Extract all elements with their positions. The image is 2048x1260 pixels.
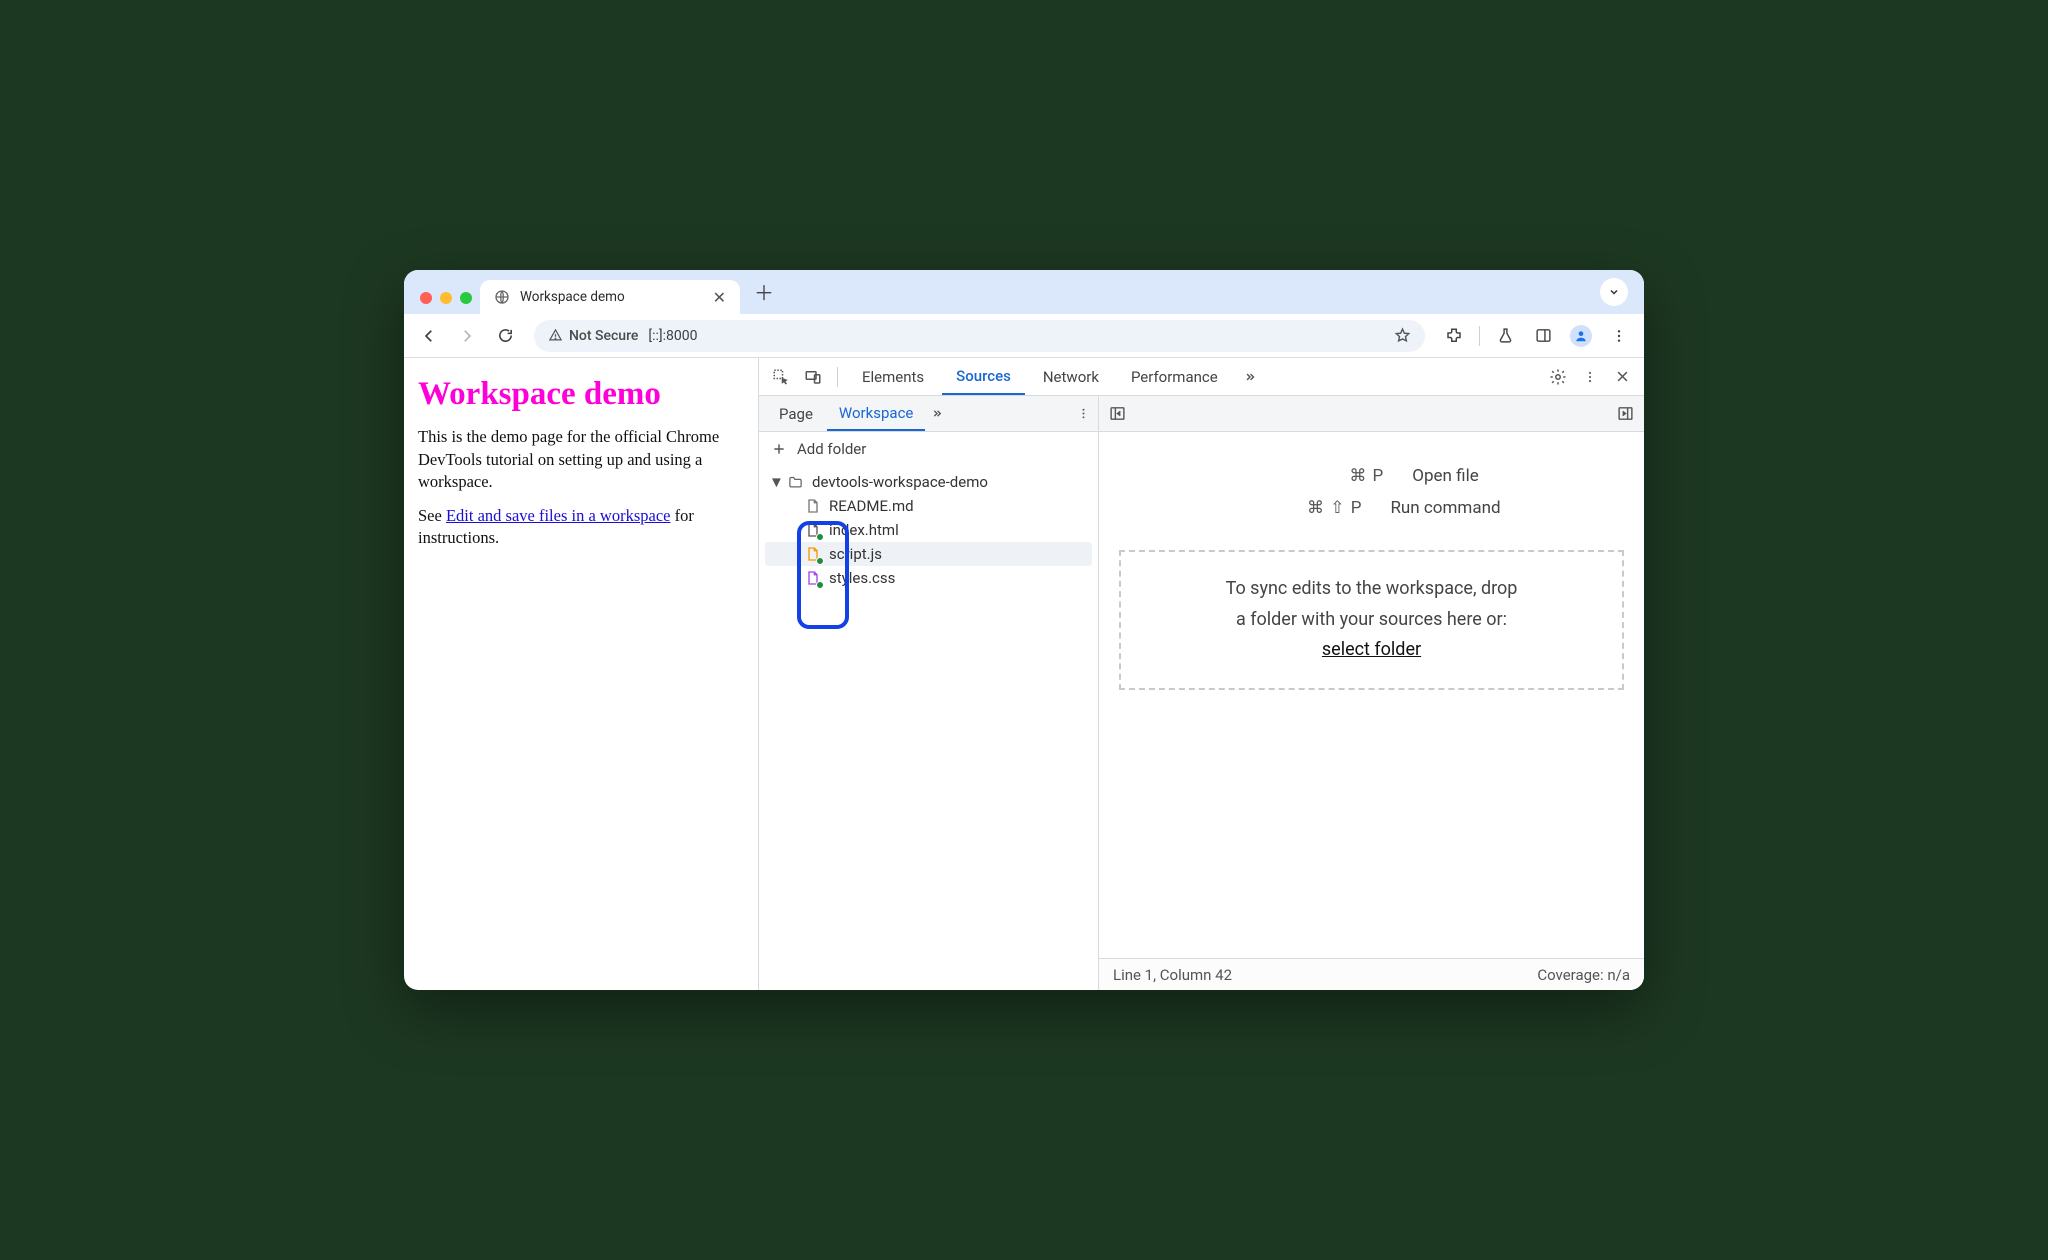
labs-icon[interactable] bbox=[1490, 321, 1520, 351]
add-folder-button[interactable]: Add folder bbox=[759, 432, 1098, 466]
tab-performance[interactable]: Performance bbox=[1117, 358, 1232, 395]
profile-button[interactable] bbox=[1566, 321, 1596, 351]
close-window-button[interactable] bbox=[420, 292, 432, 304]
shortcut-keys: ⌘ ⇧ P bbox=[1242, 498, 1362, 518]
dropzone-text-2: a folder with your sources here or: bbox=[1145, 605, 1598, 636]
file-name: index.html bbox=[829, 521, 899, 539]
content-area: Workspace demo This is the demo page for… bbox=[404, 358, 1644, 990]
globe-icon bbox=[494, 289, 510, 305]
shortcut-open-file: ⌘ P Open file bbox=[1119, 460, 1624, 492]
inspect-element-icon[interactable] bbox=[767, 363, 795, 391]
shortcut-label: Open file bbox=[1412, 466, 1478, 486]
workspace-dropzone[interactable]: To sync edits to the workspace, drop a f… bbox=[1119, 550, 1624, 690]
add-folder-label: Add folder bbox=[797, 440, 866, 458]
more-subtabs-icon[interactable] bbox=[929, 407, 945, 420]
close-devtools-icon[interactable] bbox=[1608, 363, 1636, 391]
tab-strip: Workspace demo ✕ ＋ bbox=[404, 270, 1644, 314]
device-toolbar-icon[interactable] bbox=[799, 363, 827, 391]
tabbar-separator bbox=[837, 367, 838, 387]
file-icon bbox=[805, 497, 821, 515]
address-bar[interactable]: Not Secure [::]:8000 bbox=[534, 320, 1425, 352]
webpage-viewport: Workspace demo This is the demo page for… bbox=[404, 358, 759, 990]
file-name: README.md bbox=[829, 497, 914, 515]
tab-network[interactable]: Network bbox=[1029, 358, 1113, 395]
subtab-workspace[interactable]: Workspace bbox=[827, 396, 925, 431]
tree-file-styles[interactable]: styles.css bbox=[765, 566, 1092, 590]
not-secure-label: Not Secure bbox=[569, 328, 638, 344]
bookmark-icon[interactable] bbox=[1394, 327, 1411, 344]
cursor-position: Line 1, Column 42 bbox=[1113, 966, 1232, 984]
more-tabs-icon[interactable] bbox=[1236, 363, 1264, 391]
browser-tab[interactable]: Workspace demo ✕ bbox=[480, 280, 740, 314]
show-debugger-icon[interactable] bbox=[1617, 405, 1634, 422]
extensions-icon[interactable] bbox=[1439, 321, 1469, 351]
devtools-panel: Elements Sources Network Performance bbox=[759, 358, 1644, 990]
page-paragraph-1: This is the demo page for the official C… bbox=[418, 426, 744, 493]
browser-toolbar: Not Secure [::]:8000 bbox=[404, 314, 1644, 358]
avatar-icon bbox=[1570, 325, 1592, 347]
show-navigator-icon[interactable] bbox=[1109, 405, 1126, 422]
editor-statusbar: Line 1, Column 42 Coverage: n/a bbox=[1099, 958, 1644, 990]
tutorial-link[interactable]: Edit and save files in a workspace bbox=[446, 506, 671, 525]
tab-title: Workspace demo bbox=[520, 289, 625, 305]
tab-elements[interactable]: Elements bbox=[848, 358, 938, 395]
sources-editor: ⌘ P Open file ⌘ ⇧ P Run command To sync … bbox=[1099, 396, 1644, 990]
tree-file-readme[interactable]: README.md bbox=[765, 494, 1092, 518]
security-chip[interactable]: Not Secure bbox=[548, 328, 638, 344]
devtools-tabbar: Elements Sources Network Performance bbox=[759, 358, 1644, 396]
minimize-window-button[interactable] bbox=[440, 292, 452, 304]
chevron-down-icon: ▼ bbox=[769, 473, 779, 491]
subtab-page[interactable]: Page bbox=[767, 396, 825, 431]
file-tree: ▼ devtools-workspace-demo README bbox=[759, 466, 1098, 598]
close-tab-button[interactable]: ✕ bbox=[713, 288, 726, 307]
tree-file-index[interactable]: index.html bbox=[765, 518, 1092, 542]
shortcut-run-command: ⌘ ⇧ P Run command bbox=[1119, 492, 1624, 524]
editor-placeholder: ⌘ P Open file ⌘ ⇧ P Run command To sync … bbox=[1099, 432, 1644, 958]
coverage-status: Coverage: n/a bbox=[1537, 966, 1630, 984]
forward-button[interactable] bbox=[452, 321, 482, 351]
maximize-window-button[interactable] bbox=[460, 292, 472, 304]
css-file-icon bbox=[805, 569, 821, 587]
file-name: script.js bbox=[829, 545, 882, 563]
toolbar-separator bbox=[1479, 326, 1480, 346]
file-name: styles.css bbox=[829, 569, 895, 587]
shortcut-keys: ⌘ P bbox=[1264, 466, 1384, 486]
html-file-icon bbox=[805, 521, 821, 539]
side-panel-icon[interactable] bbox=[1528, 321, 1558, 351]
page-paragraph-2: See Edit and save files in a workspace f… bbox=[418, 505, 744, 550]
navigator-menu-icon[interactable] bbox=[1077, 407, 1090, 420]
tree-root-folder[interactable]: ▼ devtools-workspace-demo bbox=[765, 470, 1092, 494]
devtools-menu-icon[interactable] bbox=[1576, 363, 1604, 391]
select-folder-link[interactable]: select folder bbox=[1322, 639, 1421, 660]
sources-navigator: Page Workspace Add folder bbox=[759, 396, 1099, 990]
browser-window: Workspace demo ✕ ＋ Not Secure [::]:8000 bbox=[404, 270, 1644, 990]
folder-icon bbox=[787, 475, 804, 490]
window-controls bbox=[416, 292, 480, 314]
reload-button[interactable] bbox=[490, 321, 520, 351]
browser-menu-button[interactable] bbox=[1604, 321, 1634, 351]
navigator-subtabs: Page Workspace bbox=[759, 396, 1098, 432]
shortcut-label: Run command bbox=[1390, 498, 1500, 518]
new-tab-button[interactable]: ＋ bbox=[740, 277, 780, 314]
tab-sources[interactable]: Sources bbox=[942, 358, 1025, 395]
dropzone-text-1: To sync edits to the workspace, drop bbox=[1145, 574, 1598, 605]
js-file-icon bbox=[805, 545, 821, 563]
settings-icon[interactable] bbox=[1544, 363, 1572, 391]
editor-tabbar bbox=[1099, 396, 1644, 432]
folder-name: devtools-workspace-demo bbox=[812, 473, 988, 491]
page-heading: Workspace demo bbox=[418, 376, 744, 412]
tabs-dropdown-button[interactable] bbox=[1600, 278, 1628, 306]
url-text: [::]:8000 bbox=[648, 328, 697, 344]
back-button[interactable] bbox=[414, 321, 444, 351]
tree-file-script[interactable]: script.js bbox=[765, 542, 1092, 566]
